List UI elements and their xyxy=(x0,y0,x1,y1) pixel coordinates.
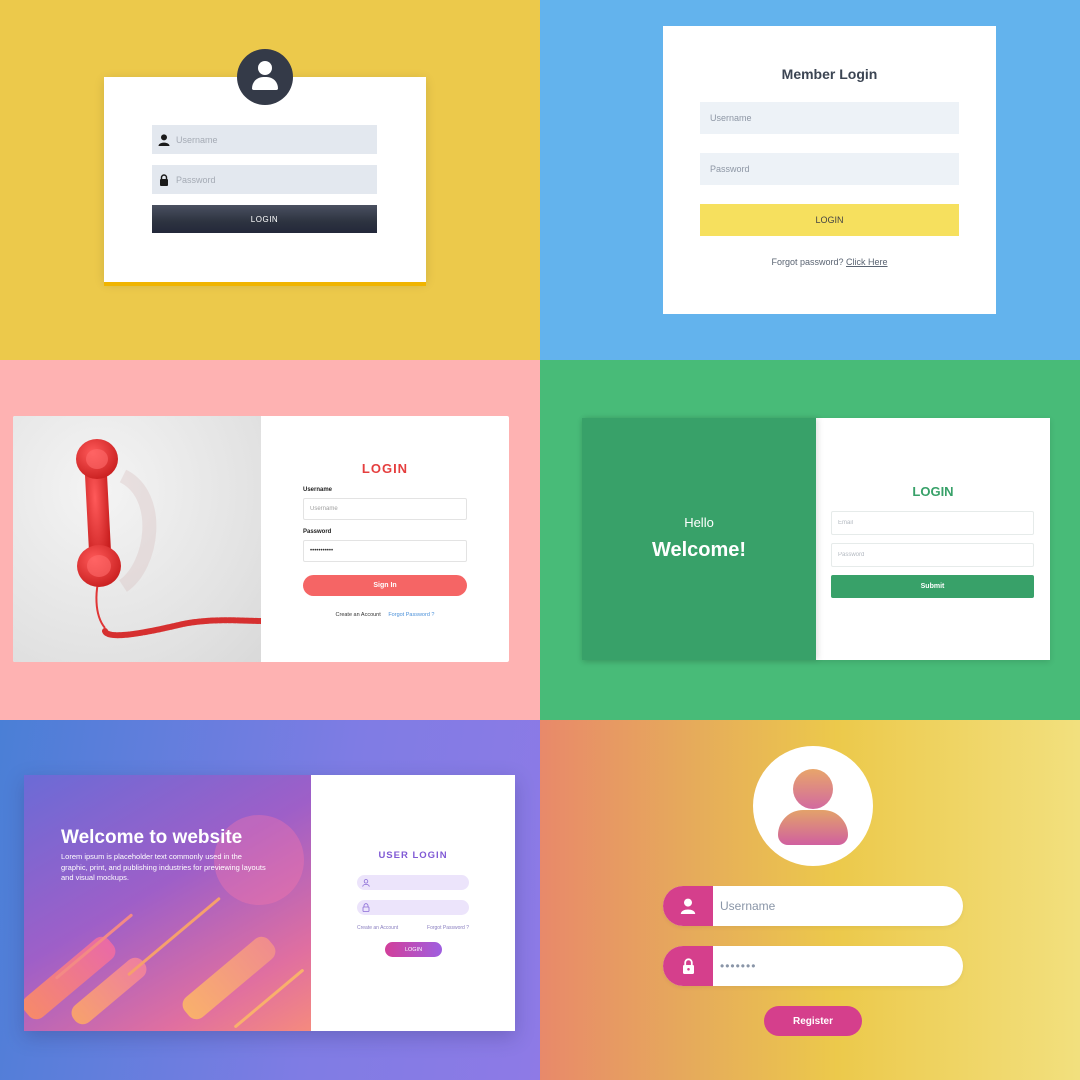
login-form: LOGIN Username Password Sign In Create a… xyxy=(261,416,509,662)
forgot-password-text: Forgot password? xyxy=(771,257,844,267)
panel-login-yellow: LOGIN xyxy=(0,0,540,360)
password-field[interactable] xyxy=(663,946,963,986)
password-input[interactable] xyxy=(176,165,377,194)
login-button[interactable]: LOGIN xyxy=(385,942,442,957)
email-input[interactable] xyxy=(831,511,1034,535)
hello-text: Hello xyxy=(684,515,714,530)
panel-login-pink: LOGIN Username Password Sign In Create a… xyxy=(0,360,540,720)
account-links: Create an Account Forgot Password ? xyxy=(357,925,469,931)
username-field[interactable] xyxy=(663,886,963,926)
welcome-text: Welcome! xyxy=(651,539,747,561)
panel-user-login-purple: Welcome to website Lorem ipsum is placeh… xyxy=(0,720,540,1080)
login-card: LOGIN xyxy=(104,77,426,282)
panel-member-login-blue: Member Login LOGIN Forgot password? Clic… xyxy=(540,0,1080,360)
card-title: Member Login xyxy=(781,66,878,82)
padlock-icon xyxy=(362,899,370,917)
password-input[interactable] xyxy=(700,153,959,185)
submit-button[interactable]: Submit xyxy=(831,575,1034,598)
password-field[interactable] xyxy=(152,165,377,194)
username-label: Username xyxy=(303,487,333,493)
register-button[interactable]: Register xyxy=(764,1006,862,1036)
account-links: Create an Account Forgot Password ? xyxy=(261,612,509,618)
create-account-link[interactable]: Create an Account xyxy=(336,612,381,618)
username-input[interactable] xyxy=(720,886,940,926)
password-input[interactable] xyxy=(720,946,940,986)
username-field[interactable] xyxy=(152,125,377,154)
login-card: LOGIN Username Password Sign In Create a… xyxy=(13,416,509,662)
user-icon xyxy=(152,125,176,154)
panel-register-gradient: Register xyxy=(540,720,1080,1080)
sign-in-button[interactable]: Sign In xyxy=(303,575,467,596)
create-account-link[interactable]: Create an Account xyxy=(357,925,398,931)
panel-login-green: Hello Welcome! LOGIN Submit xyxy=(540,360,1080,720)
welcome-pane: Hello Welcome! xyxy=(582,418,816,660)
username-input[interactable] xyxy=(700,102,959,134)
username-input[interactable] xyxy=(374,875,469,890)
login-card: Welcome to website Lorem ipsum is placeh… xyxy=(24,775,515,1031)
telephone-photo xyxy=(13,416,264,662)
forgot-password-row: Forgot password? Click Here xyxy=(663,257,996,267)
form-title: USER LOGIN xyxy=(378,850,448,861)
user-icon xyxy=(663,886,713,926)
password-input[interactable] xyxy=(303,540,467,562)
form-title: LOGIN xyxy=(361,461,409,476)
forgot-password-link[interactable]: Forgot Password ? xyxy=(427,925,469,931)
login-card: Hello Welcome! LOGIN Submit xyxy=(582,418,1050,660)
username-input[interactable] xyxy=(303,498,467,520)
avatar-icon xyxy=(237,49,293,105)
password-input[interactable] xyxy=(374,900,469,915)
avatar-icon xyxy=(753,746,873,866)
login-card: Member Login LOGIN Forgot password? Clic… xyxy=(663,26,996,314)
username-input[interactable] xyxy=(176,125,377,154)
password-input[interactable] xyxy=(831,543,1034,567)
forgot-password-link[interactable]: Forgot Password ? xyxy=(388,612,434,618)
user-icon xyxy=(362,874,370,892)
login-button[interactable]: LOGIN xyxy=(700,204,959,236)
password-field[interactable] xyxy=(357,900,469,915)
welcome-description: Lorem ipsum is placeholder text commonly… xyxy=(61,852,266,882)
login-button[interactable]: LOGIN xyxy=(152,205,377,233)
click-here-link[interactable]: Click Here xyxy=(846,257,888,267)
padlock-icon xyxy=(663,946,713,986)
welcome-title: Welcome to website xyxy=(61,827,243,848)
padlock-icon xyxy=(152,165,176,194)
username-field[interactable] xyxy=(357,875,469,890)
red-telephone-handset-icon xyxy=(76,439,264,639)
form-title: LOGIN xyxy=(912,484,954,499)
decorative-artwork: Welcome to website Lorem ipsum is placeh… xyxy=(24,775,311,1031)
password-label: Password xyxy=(303,529,332,535)
